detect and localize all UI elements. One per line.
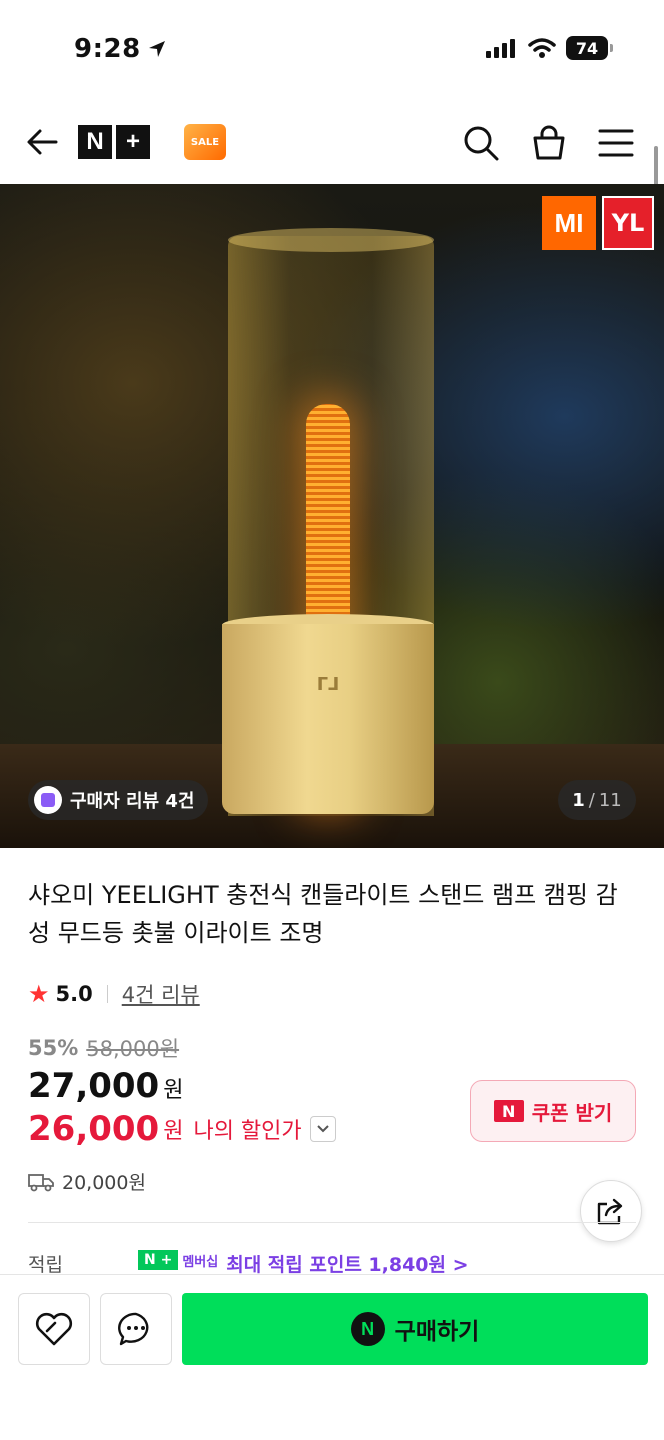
shopping-bag-icon[interactable] bbox=[530, 124, 568, 162]
points-label: 적립 bbox=[28, 1254, 63, 1274]
section-divider bbox=[28, 1222, 636, 1223]
buyer-review-chip[interactable]: 구매자 리뷰 4건 bbox=[28, 780, 209, 820]
chat-bubble-icon bbox=[118, 1312, 149, 1346]
discount-percent: 55% bbox=[28, 1036, 79, 1060]
discount-row: 55% 58,000원 bbox=[28, 1032, 336, 1064]
heart-icon bbox=[35, 1312, 73, 1346]
mi-brand-logo: MI bbox=[542, 196, 596, 250]
points-row: 적립 N + 멤버십 최대 적립 포인트 1,840원 > bbox=[28, 1250, 664, 1274]
price-section: 55% 58,000원 27,000 원 26,000 원 나의 할인가 20,… bbox=[28, 1032, 336, 1195]
hamburger-menu-icon[interactable] bbox=[598, 126, 634, 160]
talk-talk-button[interactable] bbox=[100, 1293, 172, 1365]
my-price: 26,000 bbox=[28, 1109, 160, 1149]
sale-price: 27,000 bbox=[28, 1066, 160, 1106]
location-arrow-icon bbox=[148, 41, 165, 57]
back-arrow-icon[interactable] bbox=[24, 124, 60, 160]
sale-price-row: 27,000 원 bbox=[28, 1066, 336, 1106]
cellular-signal-icon bbox=[486, 39, 515, 58]
yeelight-brand-logo: YL bbox=[602, 196, 654, 250]
coupon-button[interactable]: N 쿠폰 받기 bbox=[470, 1080, 636, 1142]
product-title: 샤오미 YEELIGHT 충전식 캔들라이트 스탠드 램프 캠핑 감성 무드등 … bbox=[28, 881, 618, 947]
yeelight-logo-icon: ᒥᒧ bbox=[316, 674, 340, 695]
sale-price-unit: 원 bbox=[163, 1078, 184, 1103]
review-bag-icon bbox=[34, 786, 62, 814]
wishlist-button[interactable] bbox=[18, 1293, 90, 1365]
event-badge-image[interactable]: SALE bbox=[184, 124, 226, 160]
chevron-down-icon[interactable] bbox=[309, 1116, 336, 1142]
status-right: 74 bbox=[486, 36, 613, 60]
scrollbar[interactable] bbox=[654, 146, 658, 186]
shipping-fee: 20,000원 bbox=[62, 1172, 146, 1194]
share-button[interactable] bbox=[580, 1180, 642, 1242]
divider bbox=[106, 985, 108, 1003]
wifi-icon bbox=[528, 38, 556, 58]
lamp-top bbox=[228, 228, 434, 252]
naver-coupon-icon: N bbox=[493, 1100, 524, 1122]
naver-plus-logo[interactable]: N + bbox=[78, 125, 150, 159]
max-points-link[interactable]: 최대 적립 포인트 1,840원 > bbox=[226, 1250, 468, 1274]
rating-row: ★ 5.0 4건 리뷰 bbox=[28, 978, 200, 1010]
my-price-row[interactable]: 26,000 원 나의 할인가 bbox=[28, 1106, 336, 1152]
product-image-carousel[interactable]: ᒥᒧ MI YL 구매자 리뷰 4건 1 / 11 bbox=[0, 184, 664, 848]
top-nav: N + SALE bbox=[0, 100, 664, 184]
original-price: 58,000원 bbox=[86, 1037, 180, 1061]
my-price-unit: 원 bbox=[163, 1119, 184, 1144]
lamp-base bbox=[222, 624, 434, 814]
star-icon: ★ bbox=[28, 980, 50, 1008]
status-bar: 9:28 74 bbox=[0, 0, 664, 100]
my-price-label: 나의 할인가 bbox=[193, 1119, 302, 1144]
delivery-truck-icon bbox=[28, 1173, 54, 1191]
review-count-link[interactable]: 4건 리뷰 bbox=[122, 979, 200, 1009]
image-counter: 1 / 11 bbox=[558, 780, 636, 820]
buy-button[interactable]: N 구매하기 bbox=[182, 1293, 648, 1365]
battery-indicator: 74 bbox=[566, 36, 613, 60]
status-time: 9:28 bbox=[74, 34, 167, 64]
search-icon[interactable] bbox=[462, 124, 500, 162]
rating-score: 5.0 bbox=[55, 982, 93, 1006]
membership-badge: N + 멤버십 bbox=[138, 1250, 218, 1270]
shipping-row: 20,000원 bbox=[28, 1168, 336, 1195]
naver-pay-icon: N bbox=[350, 1312, 385, 1346]
bottom-action-bar: N 구매하기 bbox=[0, 1274, 664, 1440]
